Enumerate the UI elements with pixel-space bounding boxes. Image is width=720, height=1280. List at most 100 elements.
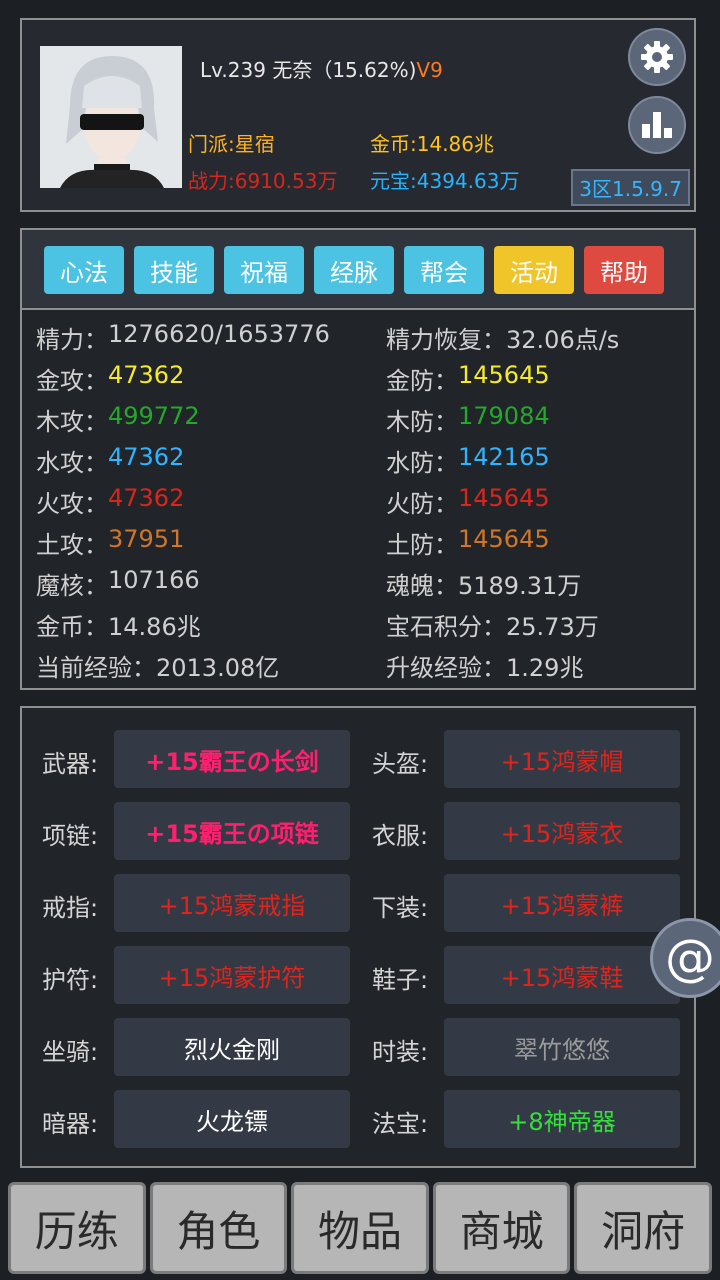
settings-button[interactable] — [628, 28, 686, 86]
equip-slot-label: 法宝: — [372, 1110, 429, 1138]
stat-value: 107166 — [108, 566, 200, 594]
equip-slot-button[interactable]: +15鸿蒙裤 — [444, 874, 680, 932]
stat-value: 14.86兆 — [108, 613, 201, 641]
equip-slot-label: 衣服: — [372, 822, 429, 850]
stat-label: 金攻： — [36, 367, 108, 395]
sect-field: 门派:星宿 — [188, 128, 275, 157]
equip-slot-label: 时装: — [372, 1038, 429, 1066]
level-name: Lv.239 无奈（15.62%) — [200, 58, 417, 82]
equip-slot-label: 项链: — [42, 822, 99, 850]
stat-value: 142165 — [458, 443, 550, 471]
tab-xinfa[interactable]: 心法 — [44, 246, 124, 294]
equip-slot-label: 戒指: — [42, 894, 99, 922]
equip-slot-label: 鞋子: — [372, 966, 429, 994]
equip-slot-button[interactable]: +15霸王の项链 — [114, 802, 350, 860]
stat-label: 水攻： — [36, 449, 108, 477]
stat-label: 水防： — [386, 449, 458, 477]
equip-slot-button[interactable]: +15霸王の长剑 — [114, 730, 350, 788]
avatar-portrait-image — [40, 46, 182, 188]
stat-value: 2013.08亿 — [156, 654, 280, 682]
vip-badge: V9 — [416, 58, 443, 82]
profile-panel: Lv.239 无奈（15.62%)V9 门派:星宿 战力:6910.53万 金币… — [20, 18, 696, 212]
tab-skills[interactable]: 技能 — [134, 246, 214, 294]
bar-chart-icon — [642, 112, 672, 138]
yuanbao-label: 元宝: — [370, 169, 417, 193]
stat-label: 升级经验： — [386, 654, 506, 682]
equip-slot-button[interactable]: +15鸿蒙衣 — [444, 802, 680, 860]
yuanbao-value: 4394.63万 — [416, 169, 520, 193]
equip-slot-button[interactable]: +15鸿蒙鞋 — [444, 946, 680, 1004]
gear-icon — [641, 41, 673, 73]
stat-label: 土攻： — [36, 531, 108, 559]
nav-cave[interactable]: 洞府 — [574, 1182, 712, 1274]
stat-label: 宝石积分： — [386, 613, 506, 641]
stats-panel: 心法 技能 祝福 经脉 帮会 活动 帮助 精力： 1276620/1653776 金… — [20, 228, 696, 690]
equip-slot-button[interactable]: +15鸿蒙护符 — [114, 946, 350, 1004]
sect-value: 星宿 — [234, 132, 275, 156]
stat-label: 精力： — [36, 326, 108, 354]
stat-label: 木攻： — [36, 408, 108, 436]
stat-label: 当前经验： — [36, 654, 156, 682]
stat-label: 木防： — [386, 408, 458, 436]
equipment-panel: 武器: +15霸王の长剑 头盔: +15鸿蒙帽项链: +15霸王の项链 衣服: +15鸿蒙衣… — [20, 706, 696, 1168]
function-tabs: 心法 技能 祝福 经脉 帮会 活动 帮助 — [22, 230, 694, 310]
equip-slot-label: 护符: — [42, 966, 99, 994]
tab-meridians[interactable]: 经脉 — [314, 246, 394, 294]
avatar[interactable] — [40, 46, 182, 188]
stat-value: 145645 — [458, 361, 550, 389]
stat-value: 47362 — [108, 484, 185, 512]
stat-value: 145645 — [458, 525, 550, 553]
stat-label: 火防： — [386, 490, 458, 518]
stat-label: 金防： — [386, 367, 458, 395]
equip-slot-button[interactable]: +8神帝器 — [444, 1090, 680, 1148]
stat-value: 1.29兆 — [506, 654, 584, 682]
stat-value: 47362 — [108, 443, 185, 471]
equip-slot-button[interactable]: 翠竹悠悠 — [444, 1018, 680, 1076]
tab-guild[interactable]: 帮会 — [404, 246, 484, 294]
equip-slot-label: 武器: — [42, 750, 99, 778]
power-label: 战力: — [188, 169, 235, 193]
stat-label: 魂魄： — [386, 572, 458, 600]
level-line: Lv.239 无奈（15.62%)V9 — [200, 54, 443, 83]
stat-value: 179084 — [458, 402, 550, 430]
stat-value: 32.06点/s — [506, 326, 620, 354]
tab-blessing[interactable]: 祝福 — [224, 246, 304, 294]
power-field: 战力:6910.53万 — [188, 165, 337, 194]
nav-training[interactable]: 历练 — [8, 1182, 146, 1274]
equip-slot-label: 下装: — [372, 894, 429, 922]
power-value: 6910.53万 — [234, 169, 338, 193]
stat-value: 25.73万 — [506, 613, 599, 641]
stat-label: 土防： — [386, 531, 458, 559]
stat-value: 145645 — [458, 484, 550, 512]
equip-slot-label: 暗器: — [42, 1110, 99, 1138]
chat-at-button[interactable]: @ — [650, 918, 720, 998]
stat-label: 魔核： — [36, 572, 108, 600]
stat-label: 火攻： — [36, 490, 108, 518]
nav-items[interactable]: 物品 — [291, 1182, 429, 1274]
stat-value: 47362 — [108, 361, 185, 389]
stat-value: 499772 — [108, 402, 200, 430]
equip-slot-label: 头盔: — [372, 750, 429, 778]
tab-help[interactable]: 帮助 — [584, 246, 664, 294]
nav-character[interactable]: 角色 — [149, 1182, 288, 1274]
equip-slot-label: 坐骑: — [42, 1038, 99, 1066]
sect-label: 门派: — [188, 132, 235, 156]
bottom-nav: 历练 角色 物品 商城 洞府 — [8, 1182, 712, 1274]
stat-value: 37951 — [108, 525, 185, 553]
gold-label: 金币: — [370, 132, 417, 156]
equip-slot-button[interactable]: +15鸿蒙帽 — [444, 730, 680, 788]
nav-shop[interactable]: 商城 — [432, 1182, 571, 1274]
gold-value: 14.86兆 — [416, 132, 495, 156]
tab-events[interactable]: 活动 — [494, 246, 574, 294]
stat-value: 5189.31万 — [458, 572, 582, 600]
equip-slot-button[interactable]: 烈火金刚 — [114, 1018, 350, 1076]
stat-value: 1276620/1653776 — [108, 320, 330, 348]
yuanbao-field: 元宝:4394.63万 — [370, 165, 519, 194]
equip-slot-button[interactable]: 火龙镖 — [114, 1090, 350, 1148]
server-version: 3区1.5.9.7 — [571, 169, 690, 206]
ranking-button[interactable] — [628, 96, 686, 154]
equip-slot-button[interactable]: +15鸿蒙戒指 — [114, 874, 350, 932]
stat-label: 精力恢复： — [386, 326, 506, 354]
at-icon: @ — [665, 929, 715, 987]
gold-field: 金币:14.86兆 — [370, 128, 494, 157]
